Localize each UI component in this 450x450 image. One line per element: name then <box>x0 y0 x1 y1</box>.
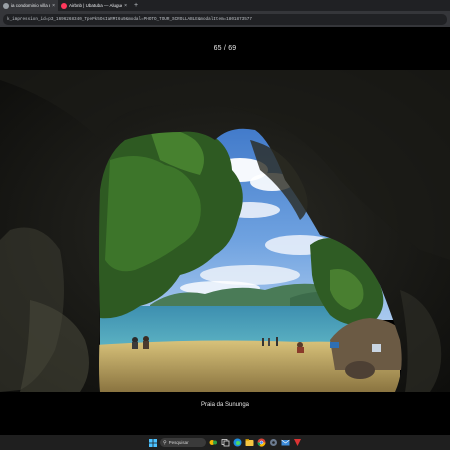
task-view-icon[interactable] <box>221 438 230 447</box>
photo-caption: Praia da Sununga <box>200 402 250 408</box>
app-icon[interactable] <box>293 438 302 447</box>
tab-title: ia condominio villa maren <box>11 3 50 8</box>
taskbar-search-box[interactable]: ⚲ Pesquisar <box>160 438 206 447</box>
browser-tab-strip: ia condominio villa maren × Airbnb | Uba… <box>0 0 450 11</box>
url-field[interactable]: k_impression_id=p3_1696268340_TpePk5OsIa… <box>3 13 447 25</box>
photo-counter: 65 / 69 <box>213 45 237 52</box>
tab-favicon-icon <box>3 2 9 9</box>
search-placeholder: Pesquisar <box>168 440 189 445</box>
photo-viewer: 65 / 69 Praia da Sununga <box>0 27 450 435</box>
cave-beach-photo <box>0 70 450 392</box>
taskbar: ⚲ Pesquisar <box>0 435 450 450</box>
mail-icon[interactable] <box>281 438 290 447</box>
airbnb-favicon-icon <box>61 2 67 9</box>
widgets-icon[interactable] <box>209 438 218 447</box>
edge-icon[interactable] <box>233 438 242 447</box>
browser-tab[interactable]: Airbnb | Ubatuba — Aluguéis × <box>58 0 130 11</box>
chrome-icon[interactable] <box>257 438 266 447</box>
browser-tab[interactable]: ia condominio villa maren × <box>0 0 58 11</box>
tab-close-icon[interactable]: × <box>124 3 127 9</box>
settings-icon[interactable] <box>269 438 278 447</box>
tab-close-icon[interactable]: × <box>52 3 55 9</box>
file-explorer-icon[interactable] <box>245 438 254 447</box>
new-tab-button[interactable]: + <box>130 2 138 9</box>
address-bar: k_impression_id=p3_1696268340_TpePk5OsIa… <box>0 11 450 27</box>
search-icon: ⚲ <box>163 439 167 446</box>
tab-title: Airbnb | Ubatuba — Aluguéis <box>69 3 123 8</box>
windows-icon[interactable] <box>148 438 157 447</box>
